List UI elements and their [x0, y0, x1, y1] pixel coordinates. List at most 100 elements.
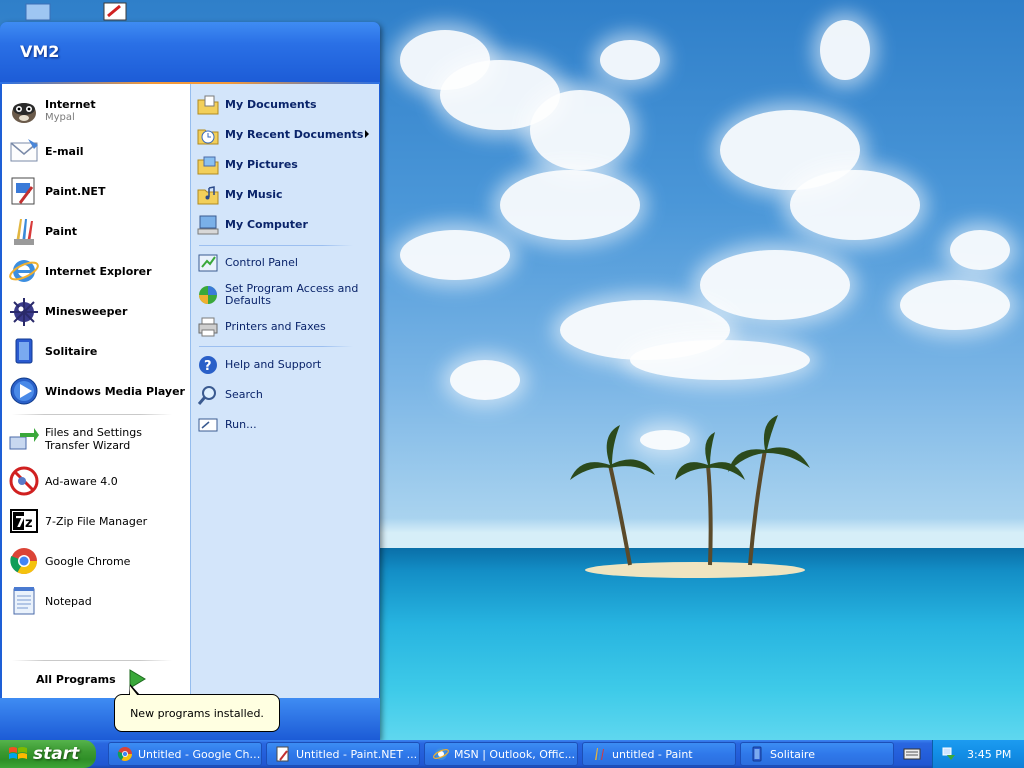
program-paint-label: Paint	[45, 224, 78, 238]
start-button[interactable]: start	[0, 740, 96, 768]
control-panel-icon	[198, 254, 218, 272]
program-paint-net[interactable]: Paint.NET	[8, 172, 186, 210]
program-paint[interactable]: Paint	[8, 212, 186, 250]
tool-search[interactable]: Search	[197, 382, 375, 408]
program-paint-net-label: Paint.NET	[45, 184, 106, 198]
chrome-icon	[117, 747, 132, 761]
program-access-icon	[199, 286, 217, 304]
seven-zip-icon: 7 z	[10, 509, 38, 533]
new-programs-balloon[interactable]: New programs installed.	[114, 684, 280, 732]
paint-net-icon	[276, 746, 289, 762]
program-notepad[interactable]: Notepad	[8, 582, 186, 620]
program-minesweeper-label: Minesweeper	[45, 304, 128, 318]
place-my-documents-label: My Documents	[225, 98, 317, 111]
pinned-email-label: E-mail	[45, 144, 84, 158]
setting-control-panel-label: Control Panel	[225, 256, 298, 269]
all-programs-label: All Programs	[36, 672, 116, 686]
task-paint[interactable]: untitled - Paint	[582, 742, 736, 766]
recent-documents-icon	[197, 129, 219, 145]
tool-help-support[interactable]: ? Help and Support	[197, 352, 375, 378]
place-my-computer[interactable]: My Computer	[197, 212, 375, 238]
task-chrome-label: Untitled - Google Chr...	[138, 747, 261, 761]
pinned-internet-sub: Mypal	[45, 112, 75, 123]
place-recent-documents-label: My Recent Documents	[225, 128, 364, 141]
clock[interactable]: 3:45 PM	[967, 748, 1011, 761]
svg-text:7: 7	[15, 513, 25, 531]
solitaire-icon	[15, 338, 33, 364]
media-player-icon	[10, 377, 38, 405]
setting-printers-faxes[interactable]: Printers and Faxes	[197, 314, 375, 340]
program-ad-aware[interactable]: Ad-aware 4.0	[8, 462, 186, 500]
tool-run[interactable]: Run...	[197, 412, 375, 438]
setting-printers-faxes-label: Printers and Faxes	[225, 320, 326, 333]
places-pane: My Documents My Recent Documents My Pict…	[190, 84, 379, 698]
island-palms-icon	[570, 415, 810, 578]
tool-help-support-label: Help and Support	[225, 358, 322, 371]
folder-pictures-icon	[197, 156, 219, 175]
minesweeper-icon	[10, 298, 38, 326]
chrome-icon	[10, 548, 38, 575]
balloon-text: New programs installed.	[130, 706, 264, 720]
setting-control-panel[interactable]: Control Panel	[197, 250, 375, 276]
all-programs-button[interactable]: All Programs	[36, 666, 166, 692]
internet-explorer-icon	[9, 260, 39, 282]
task-solitaire[interactable]: Solitaire	[740, 742, 894, 766]
programs-pane: Internet Mypal E-mail Paint.NET Paint In…	[2, 84, 190, 698]
tool-search-label: Search	[225, 388, 263, 401]
task-msn-outlook-label: MSN | Outlook, Offic...	[454, 747, 576, 761]
windows-flag-icon	[9, 747, 27, 759]
program-chrome[interactable]: Google Chrome	[8, 542, 186, 580]
tool-run-label: Run...	[225, 418, 257, 431]
notepad-icon	[13, 587, 35, 615]
task-paint-net[interactable]: Untitled - Paint.NET ...	[266, 742, 420, 766]
program-seven-zip[interactable]: 7 z 7-Zip File Manager	[8, 502, 186, 540]
place-my-documents[interactable]: My Documents	[197, 92, 375, 118]
internet-explorer-icon	[433, 748, 449, 760]
setting-program-access-label: Set Program Access and Defaults	[225, 282, 359, 307]
paint-net-icon	[11, 177, 35, 205]
folder-documents-icon	[197, 95, 219, 115]
solitaire-icon	[752, 746, 762, 762]
task-paint-label: untitled - Paint	[612, 747, 693, 761]
pinned-email[interactable]: E-mail	[8, 132, 186, 170]
program-transfer-wizard-label: Files and Settings Transfer Wizard	[45, 426, 142, 452]
place-my-computer-label: My Computer	[225, 218, 308, 231]
task-msn-outlook[interactable]: MSN | Outlook, Offic...	[424, 742, 578, 766]
program-media-player[interactable]: Windows Media Player	[8, 372, 186, 410]
paint-icon	[595, 748, 604, 760]
program-internet-explorer-label: Internet Explorer	[45, 264, 152, 278]
program-internet-explorer[interactable]: Internet Explorer	[8, 252, 186, 290]
task-paint-net-label: Untitled - Paint.NET ...	[296, 747, 418, 761]
computer-icon	[197, 215, 219, 235]
keyboard-icon[interactable]	[903, 746, 921, 762]
desktop-documents-icon[interactable]	[22, 0, 54, 22]
task-chrome[interactable]: Untitled - Google Chr...	[108, 742, 262, 766]
place-recent-documents[interactable]: My Recent Documents	[197, 122, 375, 148]
program-seven-zip-label: 7-Zip File Manager	[45, 514, 148, 528]
program-notepad-label: Notepad	[45, 594, 92, 608]
program-transfer-wizard[interactable]: Files and Settings Transfer Wizard	[8, 420, 186, 458]
start-menu-header: VM2	[0, 22, 380, 84]
place-my-music[interactable]: My Music	[197, 182, 375, 208]
system-tray: 3:45 PM	[932, 740, 1024, 768]
pinned-internet[interactable]: Internet Mypal	[8, 92, 186, 130]
svg-text:z: z	[25, 516, 33, 531]
desktop-paint-icon[interactable]	[100, 0, 132, 22]
program-media-player-label: Windows Media Player	[45, 384, 185, 398]
email-icon	[10, 139, 38, 162]
program-solitaire[interactable]: Solitaire	[8, 332, 186, 370]
program-minesweeper[interactable]: Minesweeper	[8, 292, 186, 330]
program-ad-aware-label: Ad-aware 4.0	[45, 474, 118, 488]
place-my-pictures[interactable]: My Pictures	[197, 152, 375, 178]
mypal-icon	[12, 103, 36, 123]
start-menu: VM2 Internet Mypal E-mail Paint.NET Pain…	[0, 22, 380, 740]
task-solitaire-label: Solitaire	[770, 747, 815, 761]
search-icon	[197, 386, 216, 405]
network-icon[interactable]	[941, 746, 957, 762]
help-icon: ?	[199, 356, 217, 374]
submenu-arrow-icon	[365, 130, 369, 138]
setting-program-access[interactable]: Set Program Access and Defaults	[197, 278, 375, 312]
user-name: VM2	[20, 42, 60, 61]
folder-music-icon	[197, 186, 219, 205]
ad-aware-icon	[9, 466, 39, 496]
